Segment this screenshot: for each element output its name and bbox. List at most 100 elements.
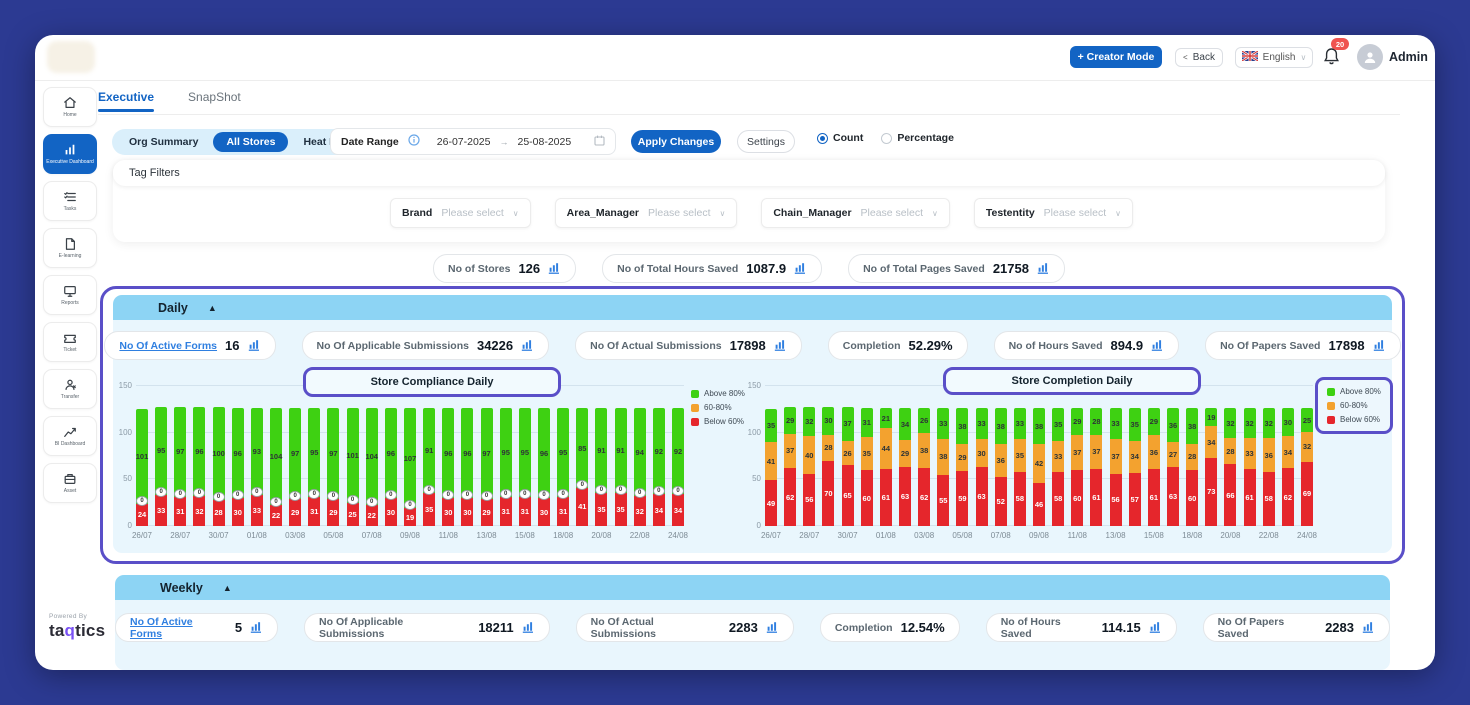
bar[interactable]: 95310	[557, 408, 569, 526]
bar[interactable]: 96300	[461, 408, 473, 526]
bar[interactable]: 333063	[976, 408, 988, 526]
filter-dropdown-area-manager[interactable]: Area_ManagerPlease select∨	[555, 198, 738, 228]
bar[interactable]: 353457	[1129, 408, 1141, 526]
bar[interactable]: 97290	[289, 408, 301, 526]
bar[interactable]: 283761	[1090, 408, 1102, 526]
stat-no-of-hours-saved[interactable]: No of Hours Saved114.15	[986, 613, 1177, 642]
stat-no-of-total-pages-saved[interactable]: No of Total Pages Saved21758	[848, 254, 1065, 283]
tab-executive[interactable]: Executive	[98, 90, 154, 104]
bar[interactable]: 91350	[595, 408, 607, 526]
bar[interactable]: 96300	[385, 408, 397, 526]
stat-no-of-active-forms[interactable]: No Of Active Forms16	[104, 331, 275, 360]
sidebar-item-asset[interactable]: Asset	[43, 463, 97, 503]
bar[interactable]: 95310	[519, 408, 531, 526]
bar-chart-icon[interactable]	[522, 621, 535, 634]
radio-count[interactable]: Count	[817, 132, 863, 144]
bar[interactable]: 354149	[765, 409, 777, 526]
bar[interactable]: 333855	[937, 408, 949, 526]
bar[interactable]: 322866	[1224, 408, 1236, 526]
bar[interactable]: 333756	[1110, 408, 1122, 526]
sidebar-item-bi-dashboard[interactable]: BI Dashboard	[43, 416, 97, 456]
bar-chart-icon[interactable]	[1373, 339, 1386, 352]
stat-no-of-papers-saved[interactable]: No Of Papers Saved2283	[1203, 613, 1390, 642]
stat-no-of-hours-saved[interactable]: No of Hours Saved894.9	[994, 331, 1179, 360]
sidebar-item-ticket[interactable]: Ticket	[43, 322, 97, 362]
bar-chart-icon[interactable]	[1037, 262, 1050, 275]
date-range-start[interactable]: 26-07-2025	[437, 136, 491, 148]
filter-dropdown-brand[interactable]: BrandPlease select∨	[390, 198, 531, 228]
bar[interactable]: 96300	[538, 408, 550, 526]
bar-chart-icon[interactable]	[248, 339, 261, 352]
view-toggle-org-summary[interactable]: Org Summary	[116, 132, 211, 152]
sidebar-item-transfer[interactable]: Transfer	[43, 369, 97, 409]
settings-button[interactable]: Settings	[737, 130, 795, 153]
bar[interactable]: 382860	[1186, 408, 1198, 526]
bar[interactable]: 101250	[347, 408, 359, 526]
stat-no-of-total-hours-saved[interactable]: No of Total Hours Saved1087.9	[602, 254, 822, 283]
bar[interactable]: 92340	[672, 408, 684, 526]
radio-dot-icon[interactable]	[817, 133, 828, 144]
bar[interactable]: 93330	[251, 408, 263, 526]
bar[interactable]: 253269	[1301, 408, 1313, 526]
daily-header[interactable]: Daily ▲	[113, 295, 1392, 320]
sidebar-item-tasks[interactable]: Tasks	[43, 181, 97, 221]
bar[interactable]: 313560	[861, 408, 873, 526]
bar[interactable]: 104220	[366, 408, 378, 526]
bar-chart-icon[interactable]	[766, 621, 779, 634]
bar[interactable]: 323361	[1244, 408, 1256, 526]
bar[interactable]: 91350	[615, 408, 627, 526]
bar[interactable]: 101240	[136, 409, 148, 526]
bar-chart-icon[interactable]	[774, 339, 787, 352]
bar[interactable]: 293760	[1071, 408, 1083, 526]
date-range-end[interactable]: 25-08-2025	[517, 136, 571, 148]
bar[interactable]: 302870	[822, 407, 834, 526]
bar[interactable]: 323658	[1263, 408, 1275, 526]
notifications-button[interactable]	[1323, 47, 1343, 69]
bar[interactable]: 97290	[481, 408, 493, 526]
sidebar-item-e-learning[interactable]: E-learning	[43, 228, 97, 268]
bar[interactable]: 107190	[404, 408, 416, 526]
bar[interactable]: 91350	[423, 408, 435, 526]
creator-mode-button[interactable]: + Creator Mode	[1070, 46, 1162, 68]
collapse-icon[interactable]: ▲	[223, 583, 232, 593]
bar[interactable]: 333558	[1014, 408, 1026, 526]
filter-dropdown-testentity[interactable]: TestentityPlease select∨	[974, 198, 1133, 228]
bar[interactable]: 97310	[174, 407, 186, 526]
bar[interactable]: 95330	[155, 407, 167, 526]
stat-no-of-stores[interactable]: No of Stores126	[433, 254, 576, 283]
bar[interactable]: 324056	[803, 407, 815, 526]
bar-chart-icon[interactable]	[548, 262, 561, 275]
stat-completion[interactable]: Completion12.54%	[820, 613, 960, 642]
radio-dot-icon[interactable]	[881, 133, 892, 144]
radio-percentage[interactable]: Percentage	[881, 132, 954, 144]
bar[interactable]: 85410	[576, 408, 588, 526]
sidebar-item-reports[interactable]: Reports	[43, 275, 97, 315]
stat-no-of-active-forms[interactable]: No Of Active Forms5	[115, 613, 278, 642]
bar[interactable]: 384246	[1033, 408, 1045, 526]
bar[interactable]: 96320	[193, 407, 205, 526]
collapse-icon[interactable]: ▲	[208, 303, 217, 313]
view-toggle-all-stores[interactable]: All Stores	[213, 132, 288, 152]
bar[interactable]: 372665	[842, 407, 854, 526]
bar[interactable]: 94320	[634, 408, 646, 526]
date-range-picker[interactable]: Date Range 26-07-2025 → 25-08-2025	[330, 128, 616, 155]
stat-no-of-actual-submissions[interactable]: No Of Actual Submissions2283	[576, 613, 794, 642]
stat-no-of-applicable-submissions[interactable]: No Of Applicable Submissions34226	[302, 331, 550, 360]
stat-no-of-applicable-submissions[interactable]: No Of Applicable Submissions18211	[304, 613, 550, 642]
bar[interactable]: 293762	[784, 407, 796, 526]
bar[interactable]: 100280	[213, 407, 225, 526]
bar[interactable]: 97290	[327, 408, 339, 526]
stat-completion[interactable]: Completion52.29%	[828, 331, 968, 360]
bar-chart-icon[interactable]	[521, 339, 534, 352]
sidebar-item-home[interactable]: Home	[43, 87, 97, 127]
sidebar-item-executive-dashboard[interactable]: Executive Dashboard	[43, 134, 97, 174]
bar[interactable]: 95310	[308, 408, 320, 526]
bar[interactable]: 383652	[995, 408, 1007, 526]
bar[interactable]: 353358	[1052, 408, 1064, 526]
bar-chart-icon[interactable]	[1362, 621, 1375, 634]
bar[interactable]: 214461	[880, 408, 892, 526]
bar-chart-icon[interactable]	[1151, 339, 1164, 352]
user-avatar[interactable]	[1357, 44, 1383, 70]
language-selector[interactable]: English ∨	[1235, 47, 1313, 68]
stat-no-of-papers-saved[interactable]: No Of Papers Saved17898	[1205, 331, 1401, 360]
